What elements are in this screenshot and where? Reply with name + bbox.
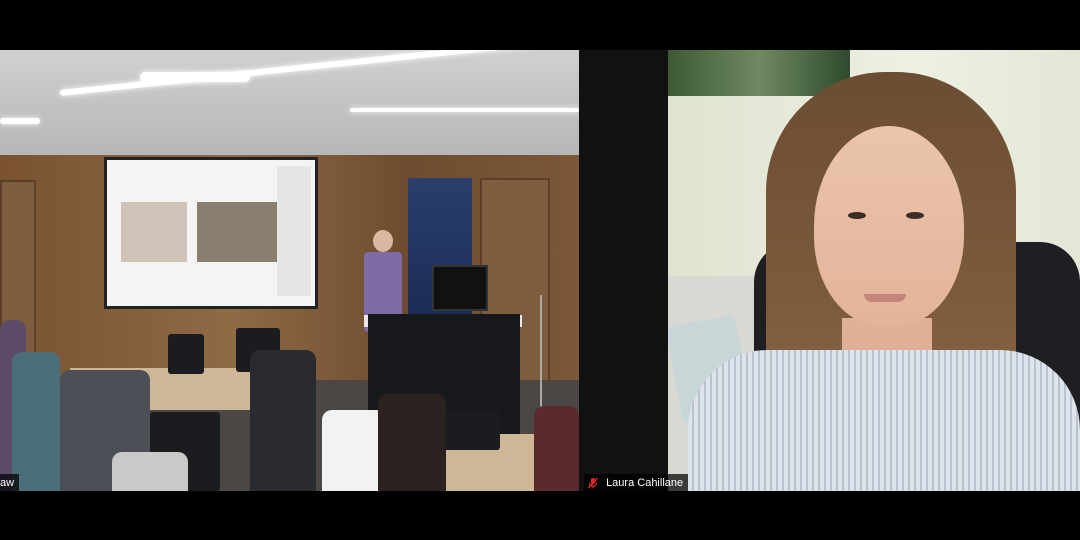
- participant-video-tile-speaker[interactable]: [668, 50, 1080, 491]
- meeting-stage: aw Laura Cahillane: [0, 0, 1080, 540]
- tile-gap: [579, 50, 668, 491]
- audience-member: [378, 394, 446, 491]
- audience-member: [534, 406, 579, 491]
- speaker-eye: [906, 212, 924, 219]
- projector-screen: [104, 157, 318, 309]
- chair: [440, 410, 500, 450]
- participant-name: Laura Cahillane: [606, 477, 684, 489]
- speaker-eye: [848, 212, 866, 219]
- mic-muted-icon: [587, 477, 599, 489]
- ceiling: [0, 50, 579, 158]
- audience-member: [250, 350, 316, 491]
- speaker-mouth: [864, 294, 906, 302]
- speaker-shirt: [688, 350, 1080, 491]
- laptop: [112, 452, 188, 491]
- audience-member: [12, 352, 60, 491]
- participant-video-tile-classroom[interactable]: [0, 50, 579, 491]
- participant-name: aw: [0, 477, 15, 489]
- lectern-monitor: [432, 265, 488, 311]
- participant-name-label: Laura Cahillane: [584, 474, 689, 492]
- chair: [168, 334, 204, 374]
- participant-name-label: aw: [0, 474, 20, 492]
